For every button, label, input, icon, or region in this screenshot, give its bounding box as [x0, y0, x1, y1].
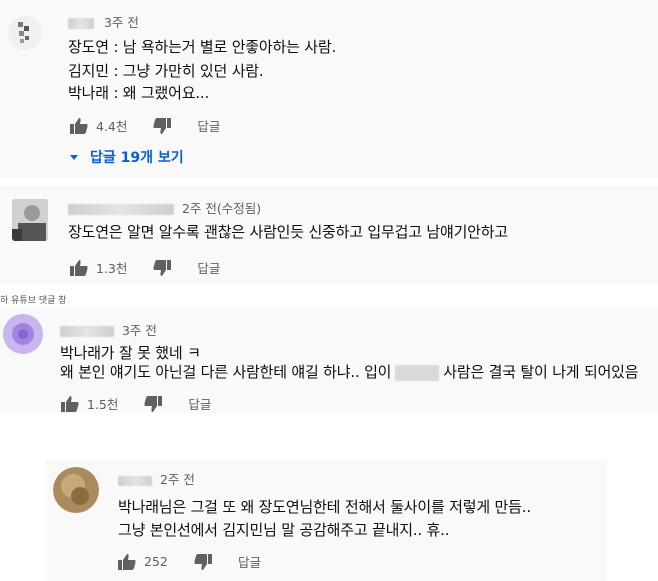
- comment-text-line: 박나래가 잘 못 했네 ㅋ: [60, 344, 201, 362]
- view-replies-button[interactable]: 답글 19개 보기: [70, 147, 184, 167]
- avatar[interactable]: [12, 199, 48, 241]
- comment-text-line: 박나래 : 왜 그랬어요...: [68, 84, 210, 102]
- reply-button[interactable]: 답글: [188, 394, 211, 413]
- like-count: 1.3천: [96, 261, 128, 276]
- thumbs-down-icon[interactable]: [144, 395, 163, 412]
- thumbs-up-icon[interactable]: [118, 553, 136, 570]
- comment-text-line: 김지민 : 그냥 가만히 있던 사람.: [68, 62, 264, 80]
- avatar-image: [3, 314, 43, 354]
- dropdown-triangle-icon: [70, 154, 78, 160]
- comment-header: 3주 전: [68, 12, 139, 31]
- author-name-redacted[interactable]: [60, 326, 114, 337]
- comment-actions: 1.3천 답글: [70, 258, 220, 277]
- comment-text-line: 박나래님은 그걸 또 왜 장도연님한테 전해서 둘사이를 저렇게 만듬..: [118, 498, 531, 516]
- like-count: 252: [144, 554, 168, 569]
- comment-header: 3주 전: [60, 320, 157, 339]
- thumbs-up-icon[interactable]: [61, 395, 79, 412]
- avatar-image: [53, 467, 99, 513]
- thumbs-up-icon[interactable]: [70, 117, 88, 134]
- thumbs-down-icon[interactable]: [153, 259, 172, 276]
- avatar[interactable]: [3, 314, 43, 354]
- comment-text-line: 장도연 : 남 욕하는거 별로 안좋아하는 사람.: [68, 38, 337, 56]
- thumbs-up-icon[interactable]: [70, 259, 88, 276]
- comment-time: 2주 전(수정됨): [181, 201, 262, 216]
- author-name-redacted[interactable]: [118, 475, 152, 486]
- thumbs-down-icon[interactable]: [153, 117, 172, 134]
- reply-button[interactable]: 답글: [197, 116, 220, 135]
- reply-button[interactable]: 답글: [197, 258, 220, 277]
- like-count: 1.5천: [87, 397, 119, 412]
- comment-text-segment: 왜 본인 얘기도 아닌걸 다른 사람한테 얘길 하냐.. 입이: [60, 363, 392, 381]
- thumbs-down-icon[interactable]: [194, 553, 212, 570]
- comment-header: 2주 전: [118, 469, 195, 488]
- like-count: 4.4천: [96, 119, 128, 134]
- comment-text-line: 장도연은 알면 알수록 괜찮은 사람인듯 신중하고 입무겁고 남얘기안하고: [68, 223, 508, 241]
- avatar[interactable]: [53, 467, 99, 513]
- comment-actions: 4.4천 답글: [70, 116, 220, 135]
- redacted-word: [395, 364, 440, 381]
- view-replies-label: 답글 19개 보기: [90, 150, 184, 166]
- avatar-image: [12, 199, 48, 241]
- avatar[interactable]: [8, 16, 42, 50]
- comment-actions: 252 답글: [118, 552, 261, 571]
- author-name-redacted[interactable]: [68, 204, 174, 215]
- comment-actions: 1.5천 답글: [61, 394, 211, 413]
- avatar-image: [18, 22, 29, 43]
- comment-time: 2주 전: [159, 472, 195, 487]
- image-caption: 하 유튜브 댓글 창: [0, 296, 67, 306]
- author-name-redacted[interactable]: [68, 18, 94, 29]
- comment-time: 3주 전: [103, 15, 139, 30]
- comment-header: 2주 전(수정됨): [68, 198, 261, 217]
- reply-button[interactable]: 답글: [238, 552, 261, 571]
- comment-text-line-with-redaction: 왜 본인 얘기도 아닌걸 다른 사람한테 얘길 하냐.. 입이 사람은 결국 탈이…: [60, 361, 639, 382]
- comment-text-line: 그냥 본인선에서 김지민님 말 공감해주고 끝내지.. 휴..: [118, 521, 450, 539]
- comment-time: 3주 전: [121, 323, 157, 338]
- comment-text-segment: 사람은 결국 탈이 나게 되어있음: [443, 363, 639, 381]
